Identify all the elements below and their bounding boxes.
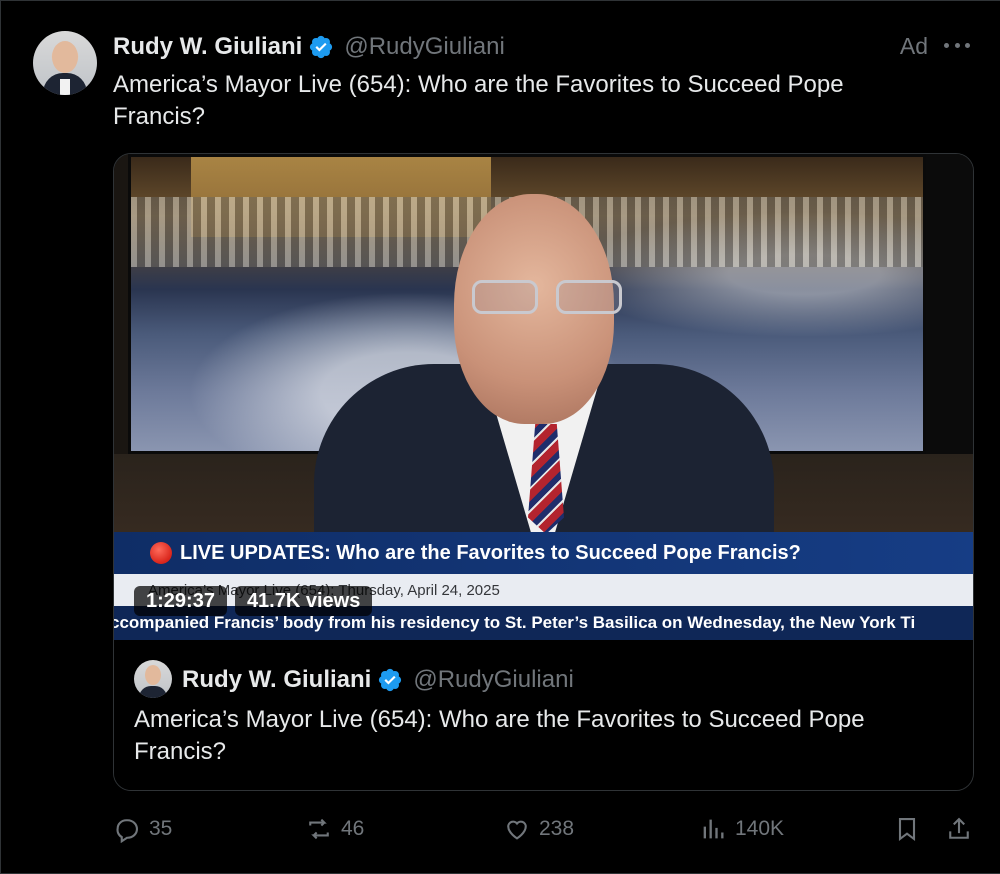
reply-button[interactable]: 35 xyxy=(113,809,172,849)
author-handle[interactable]: @RudyGiuliani xyxy=(344,33,504,61)
like-icon xyxy=(507,820,527,840)
video-player[interactable]: LIVE UPDATES: Who are the Favorites to S… xyxy=(114,154,973,640)
repost-count: 46 xyxy=(341,817,365,840)
action-bar: 35 46 238 140K xyxy=(113,809,975,849)
quoted-text: America’s Mayor Live (654): Who are the … xyxy=(134,706,865,765)
quoted-avatar-suit xyxy=(139,686,167,698)
verified-badge-icon xyxy=(310,35,333,59)
lower-third-banner: LIVE UPDATES: Who are the Favorites to S… xyxy=(114,532,973,574)
bookmark-icon xyxy=(898,818,916,842)
reply-icon xyxy=(116,819,138,843)
avatar-face xyxy=(52,41,78,73)
like-button[interactable]: 238 xyxy=(503,809,574,849)
views-icon xyxy=(703,819,724,839)
more-icon[interactable] xyxy=(944,35,970,55)
repost-icon xyxy=(309,818,329,840)
reply-count: 35 xyxy=(149,817,173,840)
quoted-avatar[interactable] xyxy=(134,660,172,698)
tweet[interactable]: Rudy W. Giuliani @RudyGiuliani Ad Americ… xyxy=(0,0,1000,874)
quoted-author-handle[interactable]: @RudyGiuliani xyxy=(413,666,573,694)
media-card[interactable]: LIVE UPDATES: Who are the Favorites to S… xyxy=(113,153,974,791)
video-duration: 1:29:37 xyxy=(134,586,227,616)
speaker-glasses xyxy=(472,280,622,316)
quoted-author-name[interactable]: Rudy W. Giuliani xyxy=(182,666,371,694)
tweet-header: Rudy W. Giuliani @RudyGiuliani xyxy=(113,31,505,63)
share-button[interactable] xyxy=(945,809,973,849)
avatar[interactable] xyxy=(33,31,97,95)
views-button[interactable]: 140K xyxy=(699,809,784,849)
quoted-post[interactable]: Rudy W. Giuliani @RudyGiuliani America’s… xyxy=(114,640,973,790)
quoted-header: Rudy W. Giuliani @RudyGiuliani xyxy=(182,662,574,698)
views-count: 140K xyxy=(735,817,785,840)
video-stats: 1:29:37 41.7K views xyxy=(134,586,373,616)
live-dot-icon xyxy=(150,542,172,564)
tweet-text: America’s Mayor Live (654): Who are the … xyxy=(113,71,844,130)
quoted-avatar-face xyxy=(145,665,161,685)
avatar-shirt xyxy=(60,79,70,95)
repost-button[interactable]: 46 xyxy=(305,809,364,849)
ad-label: Ad xyxy=(899,33,928,59)
lower-third-text: LIVE UPDATES: Who are the Favorites to S… xyxy=(180,541,801,564)
like-count: 238 xyxy=(539,817,575,840)
news-ticker-text: ccompanied Francis’ body from his reside… xyxy=(114,613,916,632)
verified-badge-icon xyxy=(379,668,402,692)
video-views: 41.7K views xyxy=(234,586,373,616)
author-name[interactable]: Rudy W. Giuliani xyxy=(113,33,302,61)
bookmark-button[interactable] xyxy=(893,809,921,849)
share-icon xyxy=(949,817,969,839)
